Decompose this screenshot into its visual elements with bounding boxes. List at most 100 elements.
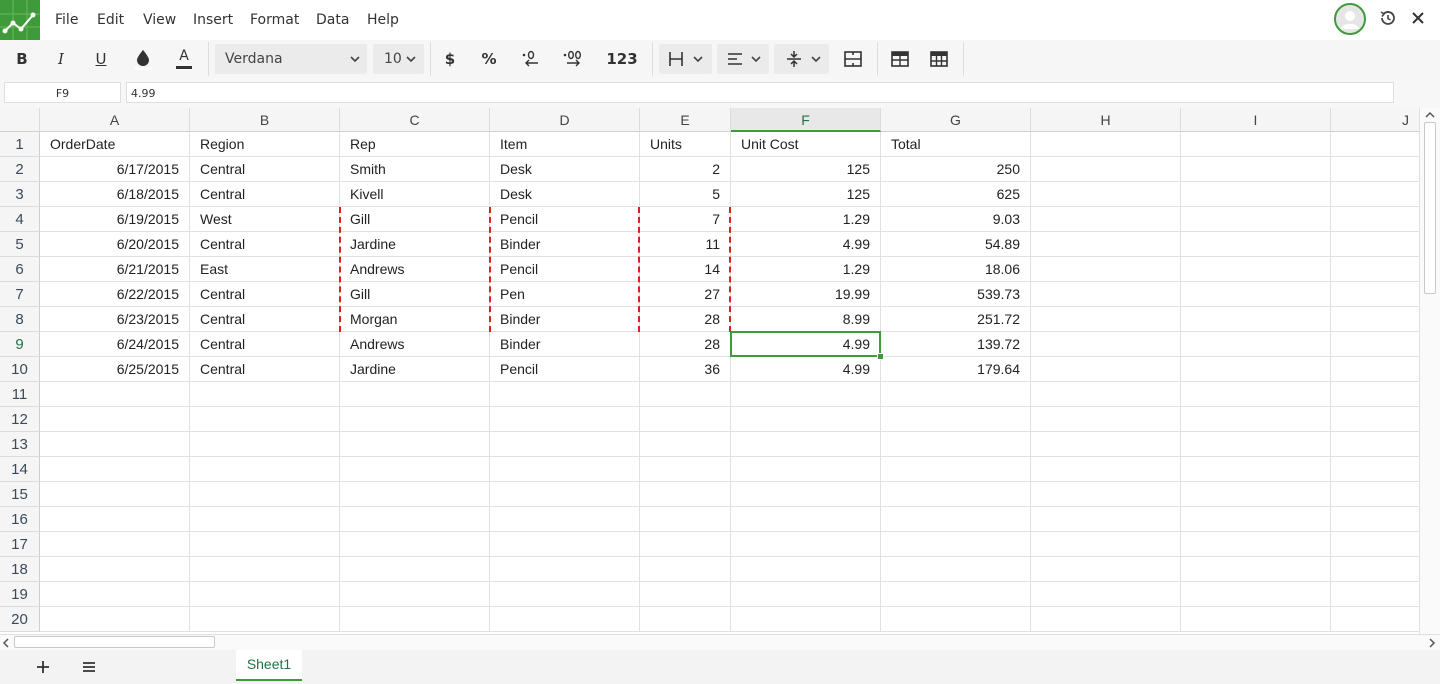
cell-h3[interactable] [1031, 182, 1181, 207]
cell-d5[interactable]: Binder [490, 232, 640, 257]
cell-f16[interactable] [731, 507, 881, 532]
cell-j5[interactable] [1331, 232, 1419, 257]
cell-j3[interactable] [1331, 182, 1419, 207]
cell-i15[interactable] [1181, 482, 1331, 507]
font-size-select[interactable]: 10 [373, 44, 424, 74]
menu-edit[interactable]: Edit [97, 10, 124, 30]
vertical-scroll-thumb[interactable] [1424, 122, 1436, 294]
cell-b20[interactable] [190, 607, 340, 632]
cell-e15[interactable] [640, 482, 731, 507]
column-header-d[interactable]: D [490, 108, 640, 132]
cell-a9[interactable]: 6/24/2015 [40, 332, 190, 357]
cell-d18[interactable] [490, 557, 640, 582]
cell-e19[interactable] [640, 582, 731, 607]
cell-c4[interactable]: Gill [340, 207, 490, 232]
cell-a3[interactable]: 6/18/2015 [40, 182, 190, 207]
cell-h4[interactable] [1031, 207, 1181, 232]
cell-g20[interactable] [881, 607, 1031, 632]
cell-b1[interactable]: Region [190, 132, 340, 157]
cell-c7[interactable]: Gill [340, 282, 490, 307]
cell-j4[interactable] [1331, 207, 1419, 232]
cell-g7[interactable]: 539.73 [881, 282, 1031, 307]
menu-format[interactable]: Format [250, 10, 299, 30]
cell-h16[interactable] [1031, 507, 1181, 532]
menu-help[interactable]: Help [367, 10, 399, 30]
cell-c14[interactable] [340, 457, 490, 482]
cell-c18[interactable] [340, 557, 490, 582]
cell-j18[interactable] [1331, 557, 1419, 582]
cell-h7[interactable] [1031, 282, 1181, 307]
cell-d10[interactable]: Pencil [490, 357, 640, 382]
cell-f1[interactable]: Unit Cost [731, 132, 881, 157]
menu-data[interactable]: Data [316, 10, 349, 30]
cell-d19[interactable] [490, 582, 640, 607]
cell-j6[interactable] [1331, 257, 1419, 282]
merge-cells-button[interactable] [836, 45, 870, 73]
cell-a20[interactable] [40, 607, 190, 632]
cell-j8[interactable] [1331, 307, 1419, 332]
cell-d9[interactable]: Binder [490, 332, 640, 357]
cell-h5[interactable] [1031, 232, 1181, 257]
cell-g19[interactable] [881, 582, 1031, 607]
cell-e9[interactable]: 28 [640, 332, 731, 357]
row-header-17[interactable]: 17 [0, 532, 40, 557]
fill-color-button[interactable] [126, 45, 160, 73]
cell-d4[interactable]: Pencil [490, 207, 640, 232]
row-header-16[interactable]: 16 [0, 507, 40, 532]
cell-e2[interactable]: 2 [640, 157, 731, 182]
spreadsheet-grid[interactable]: A B C D E F G H I J 1 OrderDate Region Rep Item Units Un… [0, 108, 1419, 634]
number-format-button[interactable]: 123 [600, 45, 644, 73]
cell-f2[interactable]: 125 [731, 157, 881, 182]
cell-i18[interactable] [1181, 557, 1331, 582]
font-family-select[interactable]: Verdana [215, 44, 367, 74]
cell-b12[interactable] [190, 407, 340, 432]
cell-i16[interactable] [1181, 507, 1331, 532]
borders-select[interactable] [659, 44, 712, 74]
bold-button[interactable]: B [5, 45, 39, 73]
cell-a2[interactable]: 6/17/2015 [40, 157, 190, 182]
cell-d15[interactable] [490, 482, 640, 507]
font-color-button[interactable]: A [167, 45, 201, 73]
cell-f13[interactable] [731, 432, 881, 457]
cell-e20[interactable] [640, 607, 731, 632]
cell-i1[interactable] [1181, 132, 1331, 157]
name-box[interactable]: F9 [4, 82, 121, 103]
cell-e8[interactable]: 28 [640, 307, 731, 332]
cell-j12[interactable] [1331, 407, 1419, 432]
cell-e16[interactable] [640, 507, 731, 532]
cell-i12[interactable] [1181, 407, 1331, 432]
cell-j9[interactable] [1331, 332, 1419, 357]
cell-b3[interactable]: Central [190, 182, 340, 207]
cell-a10[interactable]: 6/25/2015 [40, 357, 190, 382]
cell-d7[interactable]: Pen [490, 282, 640, 307]
cell-c20[interactable] [340, 607, 490, 632]
cell-e13[interactable] [640, 432, 731, 457]
cell-j19[interactable] [1331, 582, 1419, 607]
insert-table-button[interactable] [922, 45, 956, 73]
cell-e4[interactable]: 7 [640, 207, 731, 232]
cell-d1[interactable]: Item [490, 132, 640, 157]
cell-a4[interactable]: 6/19/2015 [40, 207, 190, 232]
horizontal-align-select[interactable] [717, 44, 769, 74]
cell-f7[interactable]: 19.99 [731, 282, 881, 307]
cell-i6[interactable] [1181, 257, 1331, 282]
cell-b14[interactable] [190, 457, 340, 482]
row-header-18[interactable]: 18 [0, 557, 40, 582]
cell-f6[interactable]: 1.29 [731, 257, 881, 282]
row-header-4[interactable]: 4 [0, 207, 40, 232]
cell-h13[interactable] [1031, 432, 1181, 457]
cell-a6[interactable]: 6/21/2015 [40, 257, 190, 282]
cell-d3[interactable]: Desk [490, 182, 640, 207]
cell-a13[interactable] [40, 432, 190, 457]
sheet-list-button[interactable] [79, 657, 99, 677]
cell-f10[interactable]: 4.99 [731, 357, 881, 382]
cell-a1[interactable]: OrderDate [40, 132, 190, 157]
cell-h14[interactable] [1031, 457, 1181, 482]
cell-b16[interactable] [190, 507, 340, 532]
horizontal-scroll-thumb[interactable] [14, 636, 215, 648]
cell-h6[interactable] [1031, 257, 1181, 282]
cell-f4[interactable]: 1.29 [731, 207, 881, 232]
cell-e17[interactable] [640, 532, 731, 557]
select-all-corner[interactable] [0, 108, 40, 132]
cell-b10[interactable]: Central [190, 357, 340, 382]
